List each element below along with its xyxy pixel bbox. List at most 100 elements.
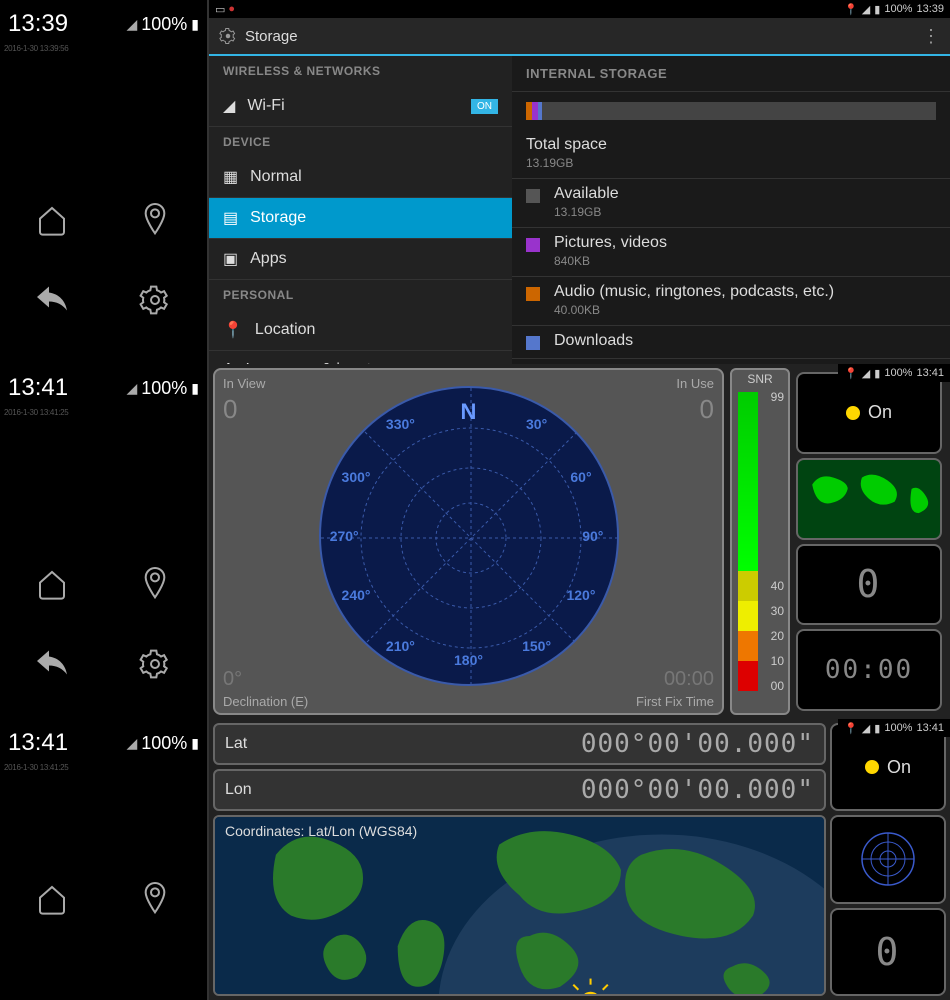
lon-row[interactable]: Lon 000°00'00.000" (213, 769, 826, 811)
time: 13:41 (916, 367, 944, 379)
left-panel-1: 13:39 ◢ 100% ▮ 2016-1-30 13:39:56 (0, 0, 209, 364)
home-icon[interactable] (32, 564, 72, 604)
home-icon[interactable] (32, 879, 72, 919)
compass-panel: In View 0 In Use 0 Declination (E) 0° Fi… (213, 368, 724, 715)
gear-icon[interactable] (135, 280, 175, 320)
nav-apps[interactable]: ▣Apps (209, 239, 512, 280)
map-label: Coordinates: Lat/Lon (WGS84) (225, 823, 417, 839)
home-icon[interactable] (32, 200, 72, 240)
storage-total[interactable]: Total space13.19GB (512, 130, 950, 179)
time: 13:39 (8, 10, 68, 38)
content-header: INTERNAL STORAGE (512, 56, 950, 92)
storage-audio[interactable]: Audio (music, ringtones, podcasts, etc.)… (512, 277, 950, 326)
signal-icon: ◢ (862, 367, 870, 380)
nav-h-personal: PERSONAL (209, 280, 512, 310)
lat-row[interactable]: Lat 000°00'00.000" (213, 723, 826, 765)
lon-value: 000°00'00.000" (581, 775, 814, 805)
nav-label: Wi-Fi (247, 97, 284, 115)
nav-location[interactable]: 📍Location (209, 310, 512, 351)
world-map-icon (798, 460, 940, 538)
radar-icon (858, 829, 918, 889)
side-cards: On 0 (830, 719, 950, 1000)
side-cards: On 0 00:00 (796, 368, 946, 715)
battery-icon: ▮ (874, 367, 880, 380)
swatch (526, 287, 540, 301)
android-status-bar: 📍 ◢ ▮ 100% 13:41 (838, 719, 950, 737)
snr-seg-red (738, 661, 758, 691)
seg-down (538, 102, 542, 120)
nav-language[interactable]: ALanguage & input (209, 351, 512, 364)
card-radar[interactable] (830, 815, 946, 903)
signal-icon: ◢ (862, 3, 870, 16)
location-pin-icon[interactable] (135, 879, 175, 919)
inuse-label: In Use (676, 376, 714, 391)
lat-label: Lat (225, 735, 275, 753)
location-icon: 📍 (223, 320, 243, 340)
lp-status: 13:39 ◢ 100% ▮ (0, 0, 207, 42)
rec-icon: ● (228, 3, 235, 15)
battery-icon: ▮ (874, 3, 880, 16)
settings-header: Storage ⋮ (209, 18, 950, 56)
settings-panel: ▭ ● 📍 ◢ ▮ 100% 13:39 Storage ⋮ WIRELESS … (209, 0, 950, 364)
settings-nav: WIRELESS & NETWORKS ◢ Wi-Fi ON DEVICE ▦N… (209, 56, 512, 364)
nav-icon: ▦ (223, 167, 238, 187)
back-undo-icon[interactable] (32, 280, 72, 320)
battery-pct: 100% (141, 733, 187, 754)
card-on[interactable]: On (796, 372, 942, 454)
storage-downloads[interactable]: Downloads (512, 326, 950, 359)
battery-icon: ▮ (191, 16, 199, 33)
card-worldmap[interactable] (796, 458, 942, 540)
nav-wifi[interactable]: ◢ Wi-Fi ON (209, 86, 512, 127)
storage-content: INTERNAL STORAGE Total space13.19GB Avai… (512, 56, 950, 364)
lp-status: 13:41 ◢ 100% ▮ (0, 719, 207, 761)
location-pin-icon[interactable] (135, 564, 175, 604)
snr-seg-yellow (738, 571, 758, 601)
left-panel-2: 13:41 ◢ 100% ▮ 2016-1-30 13:41:25 (0, 364, 209, 719)
gps-compass-panel: 📍 ◢ ▮ 100% 13:41 In View 0 In Use 0 Decl… (209, 364, 950, 719)
card-timer[interactable]: 00:00 (796, 629, 942, 711)
inview-val: 0 (223, 394, 237, 425)
battery-pct: 100% (884, 367, 912, 379)
card-counter[interactable]: 0 (796, 544, 942, 626)
world-map[interactable]: Coordinates: Lat/Lon (WGS84) (213, 815, 826, 996)
timestamp: 2016-1-30 13:41:25 (0, 406, 207, 419)
battery-pct: 100% (884, 3, 912, 15)
timestamp: 2016-1-30 13:41:25 (0, 761, 207, 774)
settings-icon (219, 27, 237, 45)
inuse-val: 0 (700, 394, 714, 425)
card-counter[interactable]: 0 (830, 908, 946, 996)
nav-storage[interactable]: ▤Storage (209, 198, 512, 239)
snr-seg-yellow2 (738, 601, 758, 631)
android-status-bar: 📍 ◢ ▮ 100% 13:41 (838, 364, 950, 382)
battery-pct: 100% (141, 14, 187, 35)
declination-label: Declination (E) (223, 694, 308, 709)
compass-n: N (461, 399, 477, 425)
snr-seg-orange (738, 631, 758, 661)
inview-label: In View (223, 376, 265, 391)
battery-icon: ▮ (191, 380, 199, 397)
nav-h-device: DEVICE (209, 127, 512, 157)
wifi-icon: ◢ (126, 735, 137, 752)
page-title: Storage (245, 28, 298, 45)
lp-status: 13:41 ◢ 100% ▮ (0, 364, 207, 406)
nav-normal[interactable]: ▦Normal (209, 157, 512, 198)
storage-available[interactable]: Available13.19GB (512, 179, 950, 228)
gear-icon[interactable] (135, 644, 175, 684)
back-undo-icon[interactable] (32, 644, 72, 684)
location-icon: 📍 (844, 722, 858, 735)
declination-val: 0° (223, 668, 242, 691)
overflow-menu-icon[interactable]: ⋮ (922, 26, 940, 47)
apps-icon: ▣ (223, 249, 238, 269)
storage-pictures[interactable]: Pictures, videos840KB (512, 228, 950, 277)
battery-pct: 100% (884, 722, 912, 734)
wifi-icon: ◢ (126, 380, 137, 397)
fft-val: 00:00 (664, 668, 714, 691)
time: 13:41 (8, 729, 68, 757)
location-pin-icon[interactable] (135, 200, 175, 240)
signal-icon: ◢ (862, 722, 870, 735)
timestamp: 2016-1-30 13:39:56 (0, 42, 207, 55)
wifi-toggle[interactable]: ON (471, 99, 498, 114)
storage-icon: ▤ (223, 208, 238, 228)
coord-main: Lat 000°00'00.000" Lon 000°00'00.000" Co… (209, 719, 830, 1000)
wifi-icon: ◢ (126, 16, 137, 33)
